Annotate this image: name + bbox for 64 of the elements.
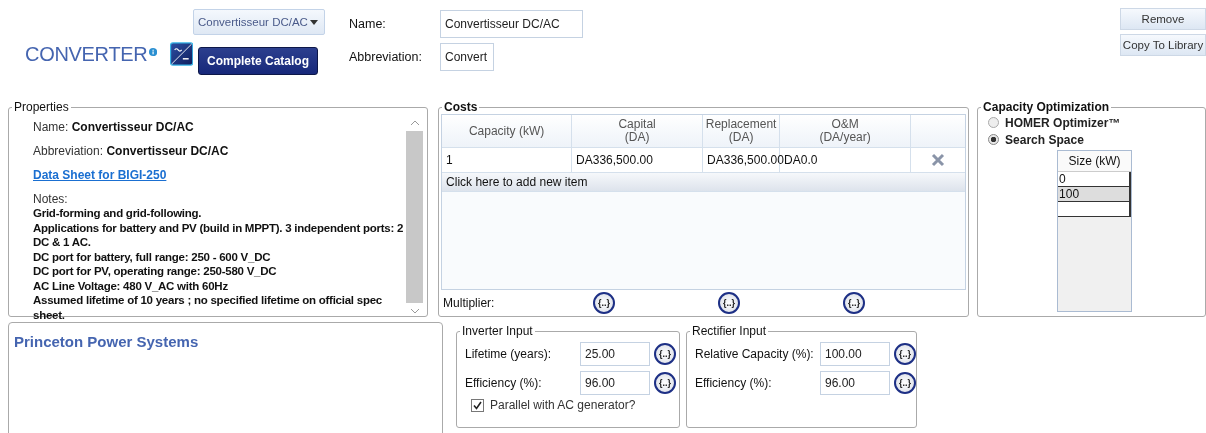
note-text: Grid-forming and grid-following. bbox=[33, 206, 203, 221]
expression-button[interactable]: {..} bbox=[654, 343, 676, 365]
note-text: Assumed lifetime of 10 years ; no specified lifetime on official spec sheet. bbox=[33, 293, 383, 320]
column-header: Capital (DA) bbox=[572, 115, 704, 147]
abbreviation-label: Abbreviation: bbox=[349, 50, 423, 64]
column-header: O&M (DA/year) bbox=[780, 115, 912, 147]
table-cell[interactable]: 0 bbox=[1058, 172, 1132, 187]
expression-button[interactable]: {..} bbox=[718, 292, 741, 314]
expression-button[interactable]: {..} bbox=[843, 292, 866, 314]
field-label: Efficiency (%): bbox=[465, 376, 543, 390]
table-cell[interactable]: 100 bbox=[1058, 187, 1132, 202]
complete-catalog-button[interactable]: Complete Catalog bbox=[198, 47, 318, 75]
name-field[interactable]: Convertisseur DC/AC bbox=[440, 10, 583, 38]
column-header: Replacement (DA) bbox=[703, 115, 781, 147]
group-title: Rectifier Input bbox=[691, 324, 768, 338]
abbreviation-text: Abbreviation: Convertisseur DC/AC bbox=[33, 144, 230, 158]
component-title: CONVERTER bbox=[25, 42, 148, 66]
abbreviation-field[interactable]: Convert bbox=[440, 43, 494, 71]
radio-button[interactable] bbox=[988, 117, 1000, 128]
multiplier-label: Multiplier: bbox=[443, 296, 496, 310]
column-header: Size (kW) bbox=[1058, 151, 1132, 172]
note-text: DC port for battery, full range: 250 - 600 V_DC bbox=[33, 249, 272, 264]
add-item-row[interactable]: Click here to add new item bbox=[442, 173, 966, 192]
expression-button[interactable]: {..} bbox=[654, 372, 676, 394]
expression-button[interactable]: {..} bbox=[894, 372, 916, 394]
number-field[interactable]: 25.00 bbox=[580, 342, 650, 366]
info-icon bbox=[148, 45, 157, 59]
check-icon bbox=[473, 400, 482, 410]
caret-icon bbox=[310, 19, 318, 25]
action-button[interactable]: Remove bbox=[1120, 8, 1206, 30]
note-text: Applications for battery and PV (build in MPPT). 3 independent ports: 2 DC & 1 AC. bbox=[33, 220, 405, 250]
table-cell: DA336,500.00 bbox=[572, 148, 704, 172]
name-label: Name: bbox=[349, 17, 387, 31]
radio-label: Search Space bbox=[1005, 132, 1084, 147]
field-label: Relative Capacity (%): bbox=[695, 347, 815, 361]
group-title: Properties bbox=[13, 100, 70, 114]
component-dropdown[interactable]: Convertisseur DC/AC bbox=[193, 9, 325, 35]
group-title: Capacity Optimization bbox=[982, 100, 1111, 114]
number-field[interactable]: 96.00 bbox=[580, 371, 650, 395]
expression-button[interactable]: {..} bbox=[593, 292, 616, 314]
manufacturer-name: Princeton Power Systems bbox=[14, 333, 200, 350]
delete-icon bbox=[931, 153, 946, 167]
expression-button[interactable]: {..} bbox=[894, 343, 916, 365]
number-field[interactable]: 100.00 bbox=[820, 342, 890, 366]
group-title: Costs bbox=[443, 100, 479, 114]
field-label: Efficiency (%): bbox=[695, 376, 773, 390]
table-cell: 1 bbox=[442, 148, 573, 172]
column-header: Capacity (kW) bbox=[442, 115, 573, 147]
note-text: AC Line Voltage: 480 V_AC with 60Hz bbox=[33, 278, 229, 293]
scroll-down-icon bbox=[410, 309, 419, 314]
scroll-up-icon bbox=[410, 120, 419, 125]
checkbox-label: Parallel with AC generator? bbox=[490, 398, 636, 412]
number-field[interactable]: 96.00 bbox=[820, 371, 890, 395]
field-label: Lifetime (years): bbox=[465, 347, 553, 361]
notes-label: Notes: bbox=[33, 192, 69, 206]
radio-label: HOMER Optimizer™ bbox=[1005, 115, 1121, 130]
checkbox[interactable] bbox=[471, 398, 484, 412]
name-text: Name: Convertisseur DC/AC bbox=[33, 120, 195, 134]
radio-button[interactable] bbox=[988, 134, 1000, 145]
action-button[interactable]: Copy To Library bbox=[1120, 34, 1206, 56]
data-sheet-link[interactable]: Data Sheet for BIGI-250 bbox=[33, 168, 407, 182]
new-row-cell[interactable] bbox=[1058, 202, 1132, 217]
note-text: DC port for PV, operating range: 250-580 V_DC bbox=[33, 264, 278, 279]
group-title: Inverter Input bbox=[461, 324, 534, 338]
